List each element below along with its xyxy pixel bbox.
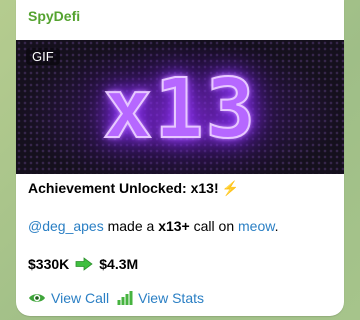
view-stats-link[interactable]: View Stats [117,290,204,306]
user-link[interactable]: @deg_apes [28,218,104,234]
to-value: $4.3M [99,256,139,272]
token-link[interactable]: meow [238,218,275,234]
call-on-text: call on [193,218,235,234]
gif-neon-text: x13 [102,61,258,158]
multiplier-text: x13+ [158,218,190,234]
title-text: Achievement Unlocked: x13! [28,180,219,196]
view-stats-label: View Stats [138,290,204,306]
message-bubble: SpyDefi x13 GIF Achievement Unlocked: x1… [16,0,344,316]
right-arrow-icon [75,257,93,271]
view-call-link[interactable]: View Call [28,290,109,306]
call-description: @deg_apes made a x13+ call on meow. [28,218,278,234]
message-title: Achievement Unlocked: x13! ⚡ [28,180,239,197]
made-a-text: made a [107,218,155,234]
gif-media[interactable]: x13 GIF [16,40,344,174]
channel-name[interactable]: SpyDefi [28,8,80,24]
view-call-label: View Call [51,290,110,306]
action-links: View Call View Stats [28,290,212,306]
gif-badge: GIF [26,48,60,65]
bar-chart-icon [117,291,133,305]
eye-icon [29,294,45,302]
from-value: $330K [28,256,70,272]
lightning-bolt-icon: ⚡ [221,180,240,196]
period-text: . [274,218,279,234]
market-cap-change: $330K $4.3M [28,256,138,272]
